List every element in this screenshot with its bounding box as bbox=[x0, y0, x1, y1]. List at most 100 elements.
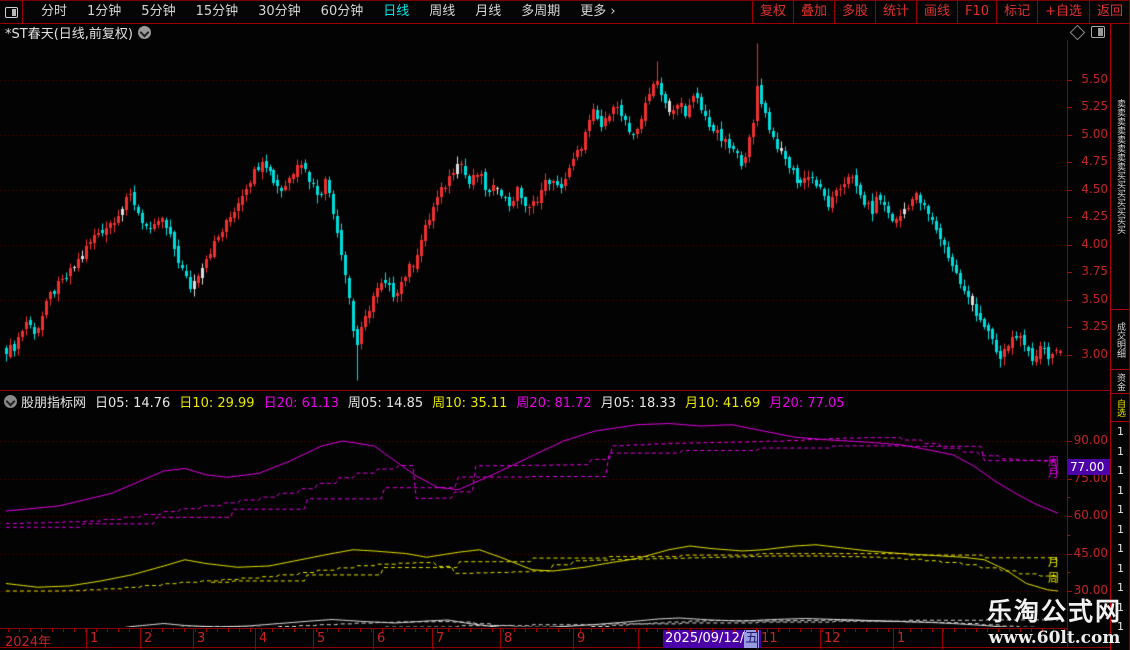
date-minor-tick bbox=[624, 629, 625, 632]
tab-10[interactable]: 多周期 bbox=[511, 1, 570, 23]
strip-section-1[interactable]: 卖卖卖卖卖卖卖卖买买买买买买买 bbox=[1111, 24, 1129, 310]
tab-2[interactable]: 1分钟 bbox=[77, 1, 131, 23]
menu-4-button[interactable]: 统计 bbox=[875, 1, 916, 23]
tab-9[interactable]: 月线 bbox=[465, 1, 511, 23]
strip-value: 1 bbox=[1111, 442, 1130, 462]
month-separator bbox=[313, 629, 314, 649]
ind-label-90.00: 90.00 bbox=[1070, 433, 1108, 447]
kline-chart-canvas[interactable] bbox=[0, 40, 1067, 390]
strip-section-3[interactable]: 资金 bbox=[1111, 370, 1129, 394]
date-minor-tick bbox=[250, 629, 251, 632]
date-minor-tick bbox=[800, 629, 801, 632]
month-separator bbox=[757, 629, 758, 649]
tab-11[interactable]: 更多 › bbox=[570, 1, 625, 23]
month-label-12: 12 bbox=[824, 631, 841, 646]
date-minor-tick bbox=[294, 629, 295, 632]
date-minor-tick bbox=[811, 629, 812, 632]
window-split-button[interactable] bbox=[0, 1, 23, 23]
price-label-5.00: 5.00 bbox=[1070, 127, 1108, 141]
price-tick bbox=[1067, 190, 1072, 191]
menu-7-button[interactable]: 标记 bbox=[996, 1, 1037, 23]
strip-value: 1 bbox=[1111, 539, 1130, 559]
month-label-5: 5 bbox=[317, 631, 325, 646]
split-screen-icon bbox=[5, 7, 18, 18]
date-minor-tick bbox=[195, 629, 196, 632]
date-minor-tick bbox=[459, 629, 460, 632]
indicator-chart-canvas[interactable] bbox=[0, 412, 1067, 627]
month-separator bbox=[573, 629, 574, 649]
price-label-3.50: 3.50 bbox=[1070, 292, 1108, 306]
date-minor-tick bbox=[338, 629, 339, 632]
price-label-4.00: 4.00 bbox=[1070, 237, 1108, 251]
tab-8[interactable]: 周线 bbox=[419, 1, 465, 23]
date-minor-tick bbox=[239, 629, 240, 632]
month-separator bbox=[193, 629, 194, 649]
ind-tick bbox=[1067, 516, 1072, 517]
menu-5-button[interactable]: 画线 bbox=[916, 1, 957, 23]
price-tick bbox=[1067, 300, 1072, 301]
tab-3[interactable]: 5分钟 bbox=[131, 1, 185, 23]
price-label-5.25: 5.25 bbox=[1070, 99, 1108, 113]
strip-section-4[interactable]: 自选 bbox=[1111, 394, 1129, 422]
ind-label-60.00: 60.00 bbox=[1070, 508, 1108, 522]
menu-9-button[interactable]: 返回 bbox=[1089, 1, 1130, 23]
date-minor-tick bbox=[349, 629, 350, 632]
date-minor-tick bbox=[228, 629, 229, 632]
month-separator bbox=[255, 629, 256, 649]
month-label-1: 1 bbox=[897, 631, 905, 646]
ind-label-45.00: 45.00 bbox=[1070, 546, 1108, 560]
tab-1[interactable]: 分时 bbox=[31, 1, 77, 23]
ind-minor-tick bbox=[1067, 497, 1070, 498]
price-tick bbox=[1067, 162, 1072, 163]
strip-section-2[interactable]: 成交明细 bbox=[1111, 310, 1129, 370]
date-minor-tick bbox=[41, 629, 42, 632]
date-minor-tick bbox=[525, 629, 526, 632]
menu-2-button[interactable]: 叠加 bbox=[793, 1, 834, 23]
pane-divider[interactable] bbox=[0, 390, 1110, 391]
date-minor-tick bbox=[140, 629, 141, 632]
month-label-4: 4 bbox=[259, 631, 267, 646]
date-minor-tick bbox=[558, 629, 559, 632]
price-tick bbox=[1067, 217, 1072, 218]
date-minor-tick bbox=[635, 629, 636, 632]
date-minor-tick bbox=[327, 629, 328, 632]
date-minor-tick bbox=[19, 629, 20, 632]
month-separator bbox=[373, 629, 374, 649]
tab-7[interactable]: 日线 bbox=[373, 1, 419, 23]
menu-8-button[interactable]: +自选 bbox=[1037, 1, 1089, 23]
chevron-down-circle-icon[interactable] bbox=[138, 26, 151, 39]
period-tabs: 分时1分钟5分钟15分钟30分钟60分钟日线周线月线多周期更多 › bbox=[23, 1, 626, 23]
price-label-4.50: 4.50 bbox=[1070, 182, 1108, 196]
date-minor-tick bbox=[514, 629, 515, 632]
date-minor-tick bbox=[107, 629, 108, 632]
date-minor-tick bbox=[118, 629, 119, 632]
date-axis: 2024年 2025/09/12/ 五 12345678911121 bbox=[0, 628, 1067, 648]
date-minor-tick bbox=[602, 629, 603, 632]
date-minor-tick bbox=[932, 629, 933, 632]
month-separator bbox=[638, 629, 639, 649]
month-label-3: 3 bbox=[197, 631, 205, 646]
date-minor-tick bbox=[536, 629, 537, 632]
tab-6[interactable]: 60分钟 bbox=[311, 1, 374, 23]
indicator-value-日10: 日10: 29.99 bbox=[179, 392, 254, 411]
menu-1-button[interactable]: 复权 bbox=[752, 1, 793, 23]
tab-4[interactable]: 15分钟 bbox=[186, 1, 249, 23]
diamond-icon[interactable] bbox=[1070, 24, 1086, 40]
right-side-strip[interactable]: 卖卖卖卖卖卖卖卖买买买买买买买成交明细资金自选11111111111 bbox=[1110, 24, 1130, 650]
date-minor-tick bbox=[184, 629, 185, 632]
menu-3-button[interactable]: 多股 bbox=[834, 1, 875, 23]
date-minor-tick bbox=[393, 629, 394, 632]
strip-value: 1 bbox=[1111, 422, 1130, 442]
indicator-value-周20: 周20: 81.72 bbox=[516, 392, 591, 411]
date-minor-tick bbox=[371, 629, 372, 632]
ind-minor-tick bbox=[1067, 572, 1070, 573]
price-tick bbox=[1067, 135, 1072, 136]
indicator-value-highlight: 77.00 bbox=[1068, 459, 1110, 475]
menu-6-button[interactable]: F10 bbox=[957, 1, 996, 23]
date-minor-tick bbox=[723, 629, 724, 632]
collapse-pane-icon[interactable] bbox=[4, 395, 17, 408]
tab-5[interactable]: 30分钟 bbox=[248, 1, 311, 23]
pane-split-icon[interactable] bbox=[1091, 26, 1105, 38]
date-minor-tick bbox=[910, 629, 911, 632]
date-minor-tick bbox=[129, 629, 130, 632]
